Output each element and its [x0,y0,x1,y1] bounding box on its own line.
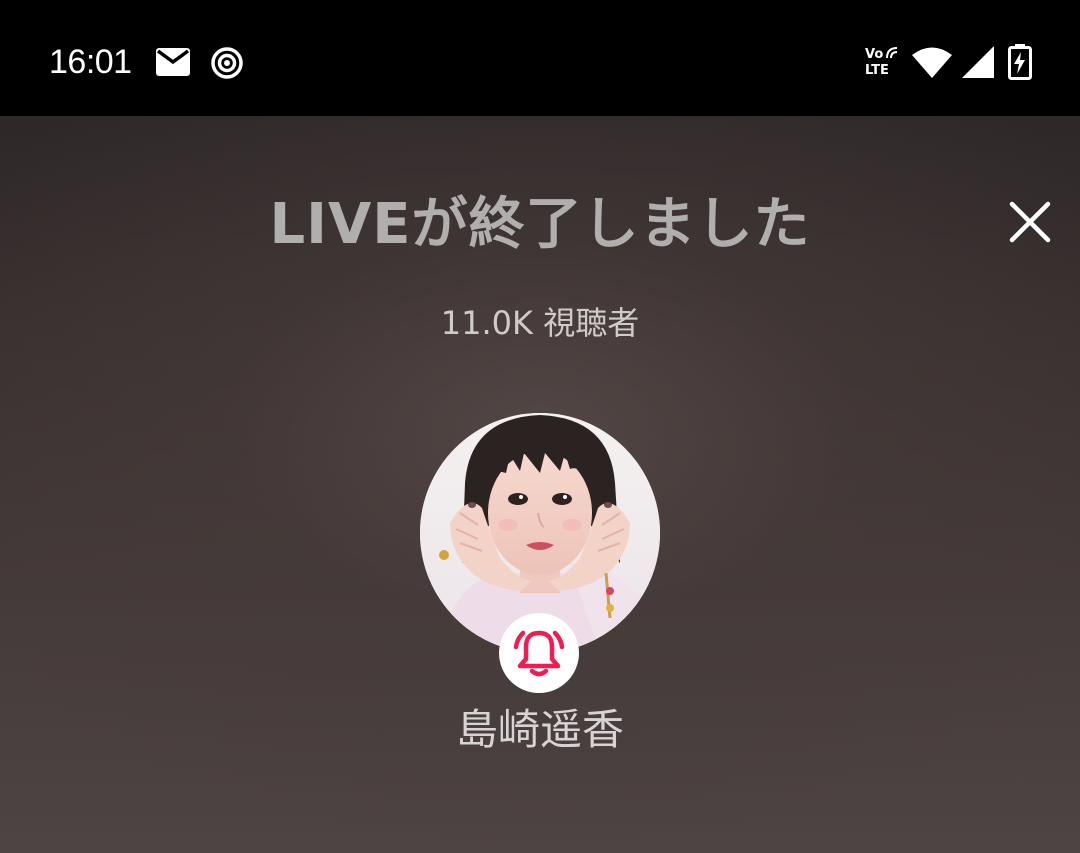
signal-icon [962,46,994,78]
volte-top-label: Vo [865,47,884,62]
notify-bell-button[interactable] [499,613,579,693]
battery-charging-icon [1008,44,1032,80]
bell-icon [513,630,565,677]
wifi-icon [912,47,952,78]
volte-bottom-label: LTE [865,63,889,78]
live-ended-title: LIVEが終了しました [269,192,811,257]
viewer-count: 11.0K 視聴者 [440,304,640,342]
status-bar: 16:01 Vo LTE [0,0,1080,116]
host-name[interactable]: 島崎遥香 [0,702,1080,758]
hotspot-icon [211,47,243,79]
status-time: 16:01 [49,43,132,81]
close-icon[interactable] [1000,192,1060,252]
volte-icon: Vo LTE [862,46,902,82]
live-ended-panel: LIVEが終了しました 11.0K 視聴者 島崎遥香 [0,116,1080,853]
mail-icon [156,48,190,76]
